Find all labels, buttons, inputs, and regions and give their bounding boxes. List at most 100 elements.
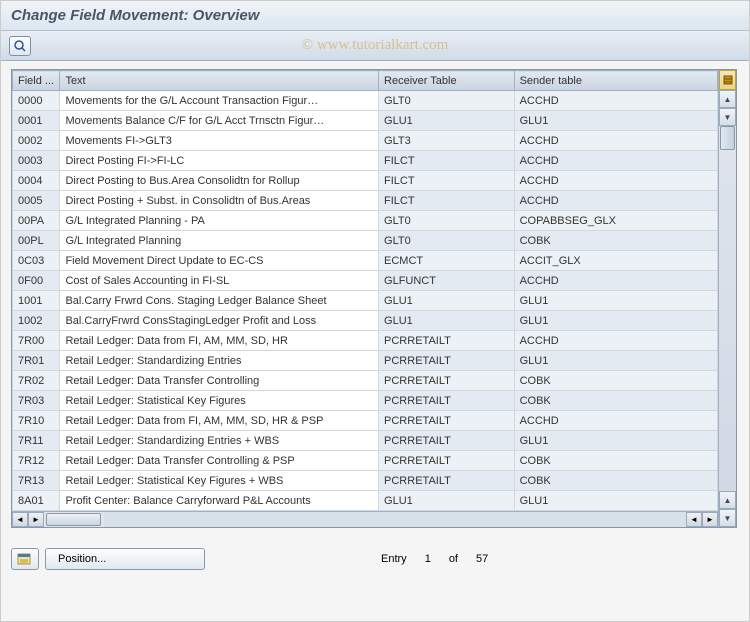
table-row[interactable]: 0000Movements for the G/L Account Transa… <box>13 91 718 111</box>
cell-text[interactable]: Retail Ledger: Data from FI, AM, MM, SD,… <box>60 411 379 431</box>
scroll-up-step-button[interactable]: ▲ <box>719 491 736 509</box>
cell-field[interactable]: 7R02 <box>13 371 60 391</box>
cell-sender[interactable]: ACCIT_GLX <box>514 251 717 271</box>
cell-sender[interactable]: ACCHD <box>514 171 717 191</box>
column-header-text[interactable]: Text <box>60 71 379 91</box>
cell-receiver[interactable]: GLT3 <box>379 131 515 151</box>
position-button[interactable]: Position... <box>45 548 205 570</box>
table-row[interactable]: 7R10Retail Ledger: Data from FI, AM, MM,… <box>13 411 718 431</box>
cell-receiver[interactable]: PCRRETAILT <box>379 451 515 471</box>
cell-text[interactable]: Direct Posting FI->FI-LC <box>60 151 379 171</box>
cell-receiver[interactable]: FILCT <box>379 171 515 191</box>
scroll-right-button-2[interactable]: ► <box>702 512 718 527</box>
scroll-down-button[interactable]: ▼ <box>719 509 736 527</box>
cell-field[interactable]: 1002 <box>13 311 60 331</box>
table-row[interactable]: 7R01Retail Ledger: Standardizing Entries… <box>13 351 718 371</box>
table-row[interactable]: 1002Bal.CarryFrwrd ConsStagingLedger Pro… <box>13 311 718 331</box>
scroll-right-button[interactable]: ► <box>28 512 44 527</box>
cell-receiver[interactable]: PCRRETAILT <box>379 331 515 351</box>
column-header-receiver[interactable]: Receiver Table <box>379 71 515 91</box>
find-button[interactable] <box>9 36 31 56</box>
cell-receiver[interactable]: GLT0 <box>379 231 515 251</box>
table-row[interactable]: 00PLG/L Integrated PlanningGLT0COBK <box>13 231 718 251</box>
cell-field[interactable]: 0002 <box>13 131 60 151</box>
cell-field[interactable]: 0003 <box>13 151 60 171</box>
cell-sender[interactable]: ACCHD <box>514 151 717 171</box>
cell-sender[interactable]: COBK <box>514 371 717 391</box>
cell-text[interactable]: Cost of Sales Accounting in FI-SL <box>60 271 379 291</box>
vscroll-thumb[interactable] <box>720 126 735 150</box>
cell-receiver[interactable]: GLU1 <box>379 111 515 131</box>
cell-sender[interactable]: ACCHD <box>514 191 717 211</box>
cell-sender[interactable]: ACCHD <box>514 91 717 111</box>
cell-text[interactable]: Retail Ledger: Data from FI, AM, MM, SD,… <box>60 331 379 351</box>
table-row[interactable]: 0003Direct Posting FI->FI-LCFILCTACCHD <box>13 151 718 171</box>
table-row[interactable]: 7R12Retail Ledger: Data Transfer Control… <box>13 451 718 471</box>
cell-text[interactable]: Retail Ledger: Statistical Key Figures <box>60 391 379 411</box>
table-row[interactable]: 7R02Retail Ledger: Data Transfer Control… <box>13 371 718 391</box>
cell-receiver[interactable]: FILCT <box>379 151 515 171</box>
cell-receiver[interactable]: GLU1 <box>379 311 515 331</box>
cell-field[interactable]: 0F00 <box>13 271 60 291</box>
cell-receiver[interactable]: GLU1 <box>379 491 515 511</box>
vscroll-track[interactable] <box>719 126 736 491</box>
cell-field[interactable]: 7R13 <box>13 471 60 491</box>
cell-text[interactable]: Retail Ledger: Standardizing Entries <box>60 351 379 371</box>
horizontal-scrollbar[interactable]: ◄ ► ◄ ► <box>12 511 718 527</box>
cell-receiver[interactable]: GLT0 <box>379 211 515 231</box>
cell-sender[interactable]: COBK <box>514 231 717 251</box>
cell-sender[interactable]: COBK <box>514 391 717 411</box>
scroll-up-button[interactable]: ▲ <box>719 90 736 108</box>
cell-sender[interactable]: COPABBSEG_GLX <box>514 211 717 231</box>
cell-field[interactable]: 7R12 <box>13 451 60 471</box>
cell-field[interactable]: 7R11 <box>13 431 60 451</box>
cell-field[interactable]: 7R01 <box>13 351 60 371</box>
cell-sender[interactable]: GLU1 <box>514 351 717 371</box>
data-grid[interactable]: Field ... Text Receiver Table Sender tab… <box>12 70 718 511</box>
cell-text[interactable]: Bal.Carry Frwrd Cons. Staging Ledger Bal… <box>60 291 379 311</box>
cell-field[interactable]: 1001 <box>13 291 60 311</box>
table-row[interactable]: 00PAG/L Integrated Planning - PAGLT0COPA… <box>13 211 718 231</box>
cell-text[interactable]: Movements FI->GLT3 <box>60 131 379 151</box>
cell-receiver[interactable]: PCRRETAILT <box>379 411 515 431</box>
hscroll-thumb[interactable] <box>46 513 101 526</box>
cell-receiver[interactable]: ECMCT <box>379 251 515 271</box>
cell-field[interactable]: 0001 <box>13 111 60 131</box>
cell-receiver[interactable]: PCRRETAILT <box>379 471 515 491</box>
cell-sender[interactable]: GLU1 <box>514 431 717 451</box>
cell-text[interactable]: Bal.CarryFrwrd ConsStagingLedger Profit … <box>60 311 379 331</box>
column-header-field[interactable]: Field ... <box>13 71 60 91</box>
hscroll-track-left[interactable] <box>44 512 104 527</box>
cell-text[interactable]: Movements Balance C/F for G/L Acct Trnsc… <box>60 111 379 131</box>
cell-field[interactable]: 8A01 <box>13 491 60 511</box>
cell-text[interactable]: Retail Ledger: Data Transfer Controlling… <box>60 451 379 471</box>
cell-field[interactable]: 00PL <box>13 231 60 251</box>
scroll-left-button[interactable]: ◄ <box>12 512 28 527</box>
cell-text[interactable]: Profit Center: Balance Carryforward P&L … <box>60 491 379 511</box>
cell-receiver[interactable]: GLU1 <box>379 291 515 311</box>
position-icon-button[interactable] <box>11 548 39 570</box>
cell-sender[interactable]: GLU1 <box>514 111 717 131</box>
table-row[interactable]: 7R11Retail Ledger: Standardizing Entries… <box>13 431 718 451</box>
cell-receiver[interactable]: PCRRETAILT <box>379 351 515 371</box>
scroll-left-button-2[interactable]: ◄ <box>686 512 702 527</box>
table-row[interactable]: 1001Bal.Carry Frwrd Cons. Staging Ledger… <box>13 291 718 311</box>
cell-text[interactable]: Retail Ledger: Standardizing Entries + W… <box>60 431 379 451</box>
scroll-down-step-button[interactable]: ▼ <box>719 108 736 126</box>
cell-receiver[interactable]: PCRRETAILT <box>379 391 515 411</box>
cell-sender[interactable]: GLU1 <box>514 311 717 331</box>
table-row[interactable]: 7R13Retail Ledger: Statistical Key Figur… <box>13 471 718 491</box>
cell-field[interactable]: 00PA <box>13 211 60 231</box>
cell-sender[interactable]: GLU1 <box>514 491 717 511</box>
cell-text[interactable]: Direct Posting + Subst. in Consolidtn of… <box>60 191 379 211</box>
column-header-sender[interactable]: Sender table <box>514 71 717 91</box>
cell-text[interactable]: Movements for the G/L Account Transactio… <box>60 91 379 111</box>
cell-receiver[interactable]: GLFUNCT <box>379 271 515 291</box>
cell-sender[interactable]: GLU1 <box>514 291 717 311</box>
cell-sender[interactable]: COBK <box>514 451 717 471</box>
cell-field[interactable]: 7R10 <box>13 411 60 431</box>
cell-text[interactable]: Field Movement Direct Update to EC-CS <box>60 251 379 271</box>
table-row[interactable]: 8A01Profit Center: Balance Carryforward … <box>13 491 718 511</box>
cell-field[interactable]: 7R03 <box>13 391 60 411</box>
cell-sender[interactable]: ACCHD <box>514 411 717 431</box>
